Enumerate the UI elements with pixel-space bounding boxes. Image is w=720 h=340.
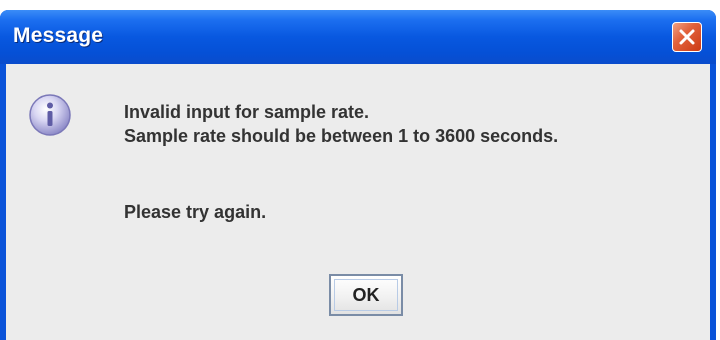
message-line-2: Sample rate should be between 1 to 3600 … — [124, 126, 559, 146]
ok-button[interactable]: OK — [329, 274, 403, 316]
info-icon — [29, 94, 71, 136]
title-bar[interactable]: Message — [0, 10, 716, 64]
close-button[interactable] — [672, 22, 702, 52]
message-dialog: Message Invalid input for sample rate. S… — [0, 10, 716, 340]
message-line-3: Please try again. — [124, 202, 267, 222]
dialog-title: Message — [13, 24, 104, 47]
close-icon — [679, 29, 695, 45]
dialog-content: Invalid input for sample rate. Sample ra… — [6, 64, 710, 340]
message-line-1: Invalid input for sample rate. — [124, 102, 370, 122]
